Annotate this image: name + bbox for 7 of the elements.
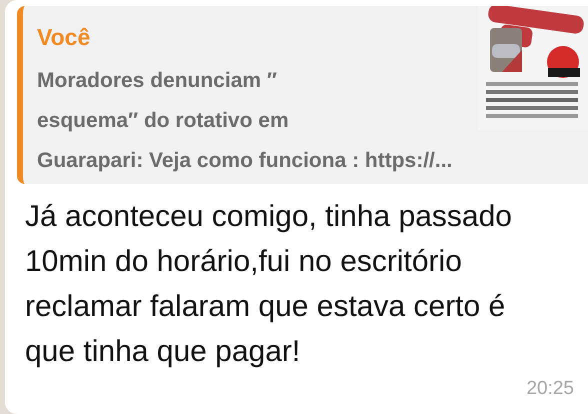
message-time: 20:25 bbox=[525, 378, 574, 400]
quote-text: Moradores denunciam ″ bbox=[37, 68, 278, 94]
message-text: Já aconteceu comigo, tinha passado 10min do horário,fui no escritório reclamar falaram que estava certo é que tinha que pagar! bbox=[25, 199, 513, 370]
quoted-message[interactable]: Você Moradores denunciam ″ esquema″ do rotativo em Guarapari: Veja como funciona : https://... bbox=[17, 6, 588, 184]
quote-text: esquema″ do rotativo em bbox=[37, 108, 289, 134]
quote-text: Guarapari: Veja como funciona : https://... bbox=[37, 148, 454, 174]
quote-author: Você bbox=[37, 24, 92, 51]
